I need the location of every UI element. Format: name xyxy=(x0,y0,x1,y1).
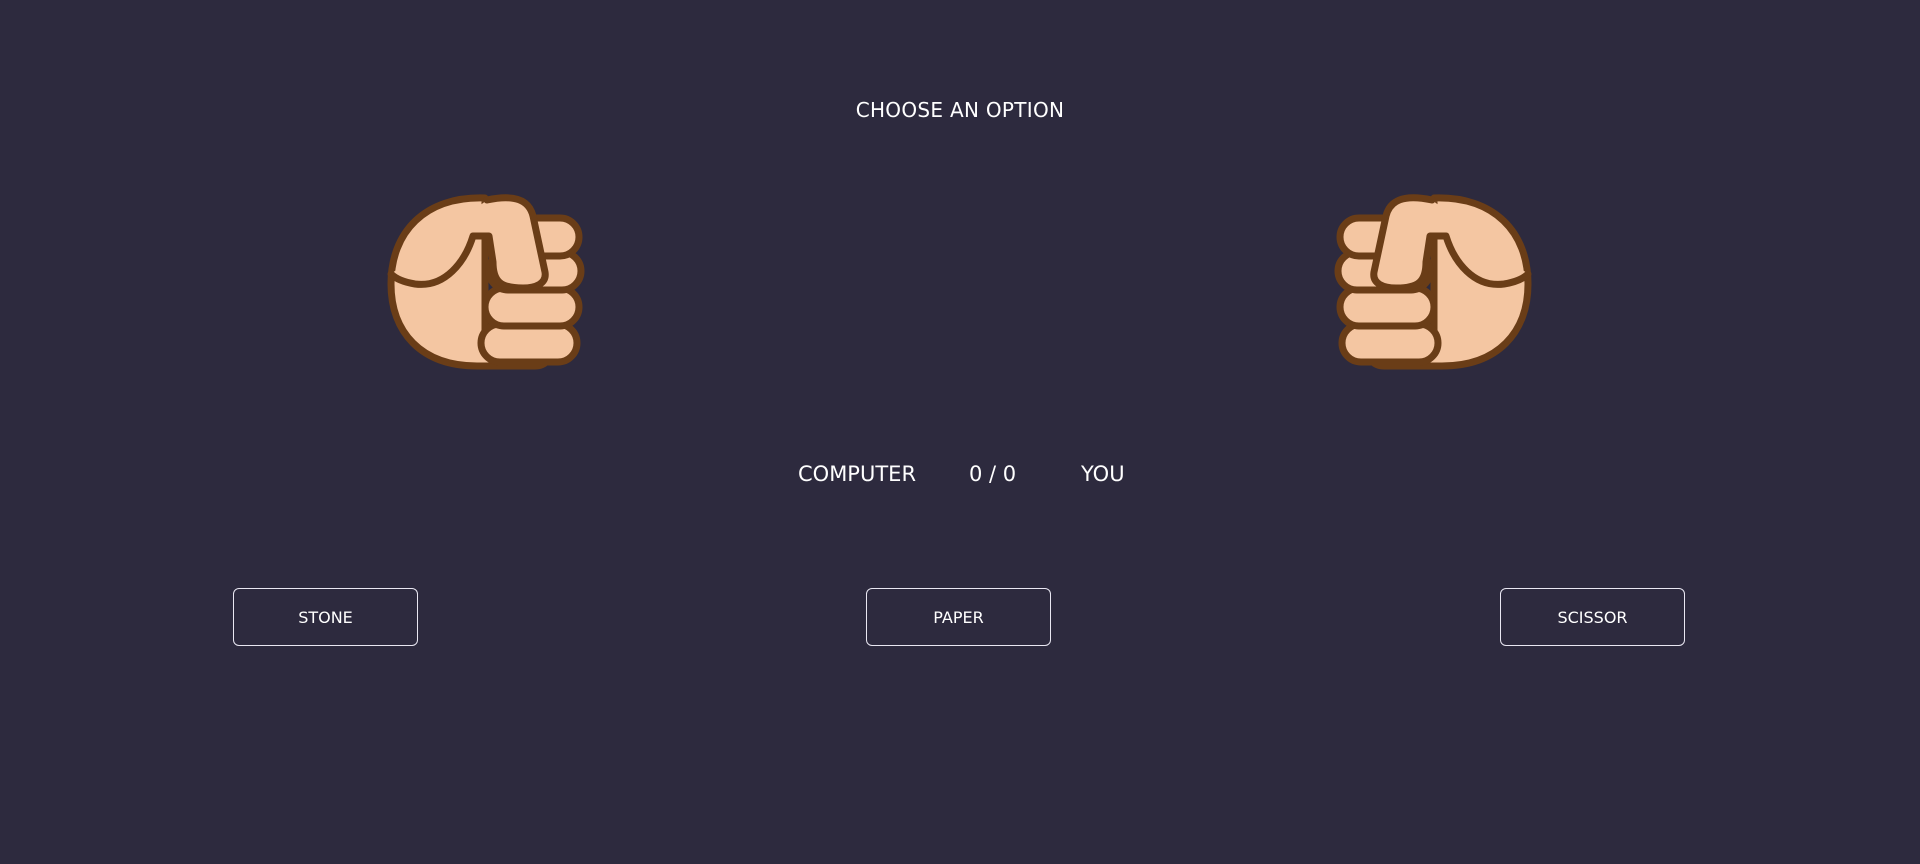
score-display: 0 / 0 xyxy=(969,462,1017,486)
paper-button[interactable]: PAPER xyxy=(866,588,1051,646)
computer-label: COMPUTER xyxy=(798,462,917,486)
you-label: YOU xyxy=(1081,462,1125,486)
stone-button[interactable]: STONE xyxy=(233,588,418,646)
scissor-button[interactable]: SCISSOR xyxy=(1500,588,1685,646)
game-screen: CHOOSE AN OPTION COMPUTER 0 / 0 YOU STON… xyxy=(0,0,1920,864)
computer-hand xyxy=(385,192,585,372)
fist-icon xyxy=(387,194,585,370)
player-hand xyxy=(1334,192,1534,372)
page-title: CHOOSE AN OPTION xyxy=(855,98,1065,122)
scoreboard: COMPUTER 0 / 0 YOU xyxy=(0,459,1920,489)
fist-icon xyxy=(1334,194,1532,370)
